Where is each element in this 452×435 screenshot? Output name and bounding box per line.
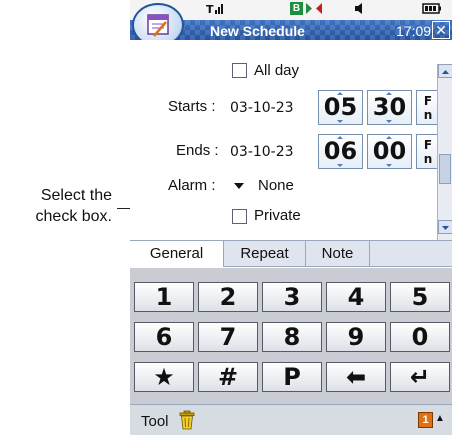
- signal-icon: T: [206, 2, 226, 17]
- starts-minute-up-icon[interactable]: [386, 92, 392, 95]
- callout-line2: check box.: [35, 208, 112, 225]
- ends-label: Ends :: [176, 142, 219, 159]
- starts-time-group: 05 30 F n: [318, 90, 440, 127]
- ends-hour-up-icon[interactable]: [337, 136, 343, 139]
- keypad: 1 2 3 4 5 6 7 8 9 0 ★ # P ⬅ ↵: [130, 268, 452, 404]
- ends-minute-down-icon[interactable]: [386, 164, 392, 167]
- all-day-checkbox[interactable]: [232, 63, 247, 78]
- starts-minute-down-icon[interactable]: [386, 120, 392, 123]
- schedule-form: All day Starts : 03-10-23 05 30 F n Ends…: [130, 40, 440, 240]
- bottom-toolbar: Tool 1 ▲: [130, 404, 452, 435]
- message-badge: B: [290, 2, 303, 15]
- input-mode-badge[interactable]: 1: [418, 412, 433, 428]
- private-label: Private: [254, 207, 301, 224]
- ends-time-group: 06 00 F n: [318, 134, 440, 171]
- close-button[interactable]: ✕: [432, 21, 450, 39]
- alarm-label: Alarm :: [168, 177, 216, 194]
- key-0[interactable]: 0: [390, 322, 450, 352]
- device-screen: T B New Schedule 17:09 ✕ All day Starts …: [130, 0, 452, 435]
- starts-label: Starts :: [168, 98, 216, 115]
- key-6[interactable]: 6: [134, 322, 194, 352]
- enter-key[interactable]: ↵: [390, 362, 450, 392]
- scroll-up-button[interactable]: [438, 64, 452, 78]
- starts-hour-up-icon[interactable]: [337, 92, 343, 95]
- private-checkbox[interactable]: [232, 209, 247, 224]
- ends-minute-up-icon[interactable]: [386, 136, 392, 139]
- starts-date[interactable]: 03-10-23: [230, 99, 294, 117]
- clock: 17:09: [396, 23, 432, 39]
- key-4[interactable]: 4: [326, 282, 386, 312]
- key-7[interactable]: 7: [198, 322, 258, 352]
- svg-text:T: T: [206, 3, 214, 16]
- key-hash[interactable]: #: [198, 362, 258, 392]
- speaker-icon: [354, 2, 368, 17]
- tool-menu[interactable]: Tool: [141, 413, 169, 431]
- tab-note[interactable]: Note: [306, 241, 370, 267]
- window-title: New Schedule: [210, 23, 305, 39]
- sync-icon: [306, 2, 322, 17]
- key-3[interactable]: 3: [262, 282, 322, 312]
- scrollbar[interactable]: [437, 64, 452, 240]
- ends-hour-down-icon[interactable]: [337, 164, 343, 167]
- scroll-down-button[interactable]: [438, 220, 452, 234]
- backspace-key[interactable]: ⬅: [326, 362, 386, 392]
- tab-bar: General Repeat Note: [130, 240, 452, 267]
- key-pause[interactable]: P: [262, 362, 322, 392]
- key-8[interactable]: 8: [262, 322, 322, 352]
- all-day-label: All day: [254, 62, 300, 79]
- ends-date[interactable]: 03-10-23: [230, 143, 294, 161]
- key-2[interactable]: 2: [198, 282, 258, 312]
- chevron-down-icon[interactable]: [234, 183, 244, 189]
- key-1[interactable]: 1: [134, 282, 194, 312]
- battery-icon: [422, 2, 442, 17]
- tab-general[interactable]: General: [130, 241, 224, 267]
- callout-text: Select the check box.: [0, 185, 112, 227]
- callout-line1: Select the: [40, 187, 112, 204]
- scroll-thumb[interactable]: [439, 154, 451, 184]
- key-9[interactable]: 9: [326, 322, 386, 352]
- key-star[interactable]: ★: [134, 362, 194, 392]
- key-5[interactable]: 5: [390, 282, 450, 312]
- alarm-value[interactable]: None: [258, 177, 294, 195]
- tab-repeat[interactable]: Repeat: [224, 241, 306, 267]
- trash-icon[interactable]: [178, 410, 196, 430]
- menu-up-icon[interactable]: ▲: [435, 412, 445, 426]
- starts-hour-down-icon[interactable]: [337, 120, 343, 123]
